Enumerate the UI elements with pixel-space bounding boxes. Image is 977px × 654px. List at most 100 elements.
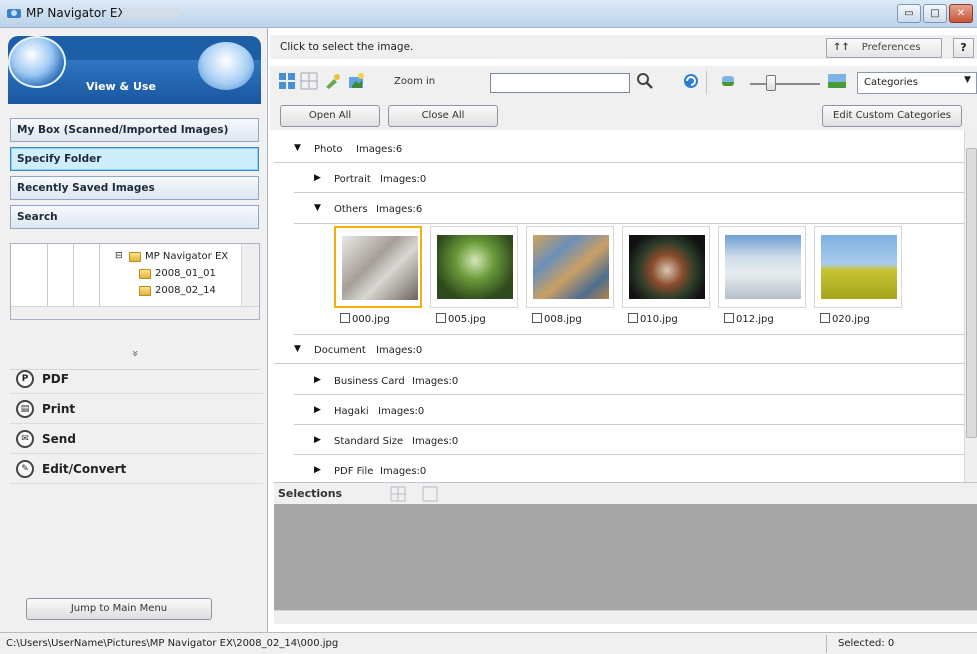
folder-icon xyxy=(139,269,151,279)
category-row-pdf-file[interactable]: ▶ PDF File Images:0 xyxy=(294,456,964,482)
folder-icon xyxy=(139,286,151,296)
large-thumbnail-icon[interactable] xyxy=(828,72,846,90)
tree-root[interactable]: MP Navigator EX xyxy=(145,251,228,262)
nav-search[interactable]: Search xyxy=(10,205,259,229)
category-row-portrait[interactable]: ▶ Portrait Images:0 xyxy=(294,164,964,193)
action-print[interactable]: ▤ Print xyxy=(10,394,263,424)
category-tree-content: ▼ Photo Images:6 ▶ Portrait Images:0 ▼ O… xyxy=(274,130,964,482)
collapsed-arrow-icon[interactable]: ▶ xyxy=(314,465,321,475)
selected-count: Selected: 0 xyxy=(838,638,895,649)
correct-image-icon[interactable] xyxy=(324,72,342,90)
collapsed-arrow-icon[interactable]: ▶ xyxy=(314,173,321,183)
tree-expander-icon[interactable]: ⊟ xyxy=(115,251,123,261)
tree-horizontal-scrollbar[interactable] xyxy=(11,306,259,319)
tree-item[interactable]: 2008_01_01 xyxy=(155,268,216,279)
image-thumbnail[interactable]: 020.jpg xyxy=(814,226,902,332)
scrollbar-thumb[interactable] xyxy=(966,148,977,438)
expanded-arrow-icon[interactable]: ▼ xyxy=(294,344,301,354)
slider-thumb[interactable] xyxy=(766,75,776,91)
banner-label: View & Use xyxy=(86,80,156,93)
thumbnail-size-slider[interactable] xyxy=(750,75,820,91)
blurred-title-text xyxy=(122,8,180,18)
collapsed-arrow-icon[interactable]: ▶ xyxy=(314,375,321,385)
close-button[interactable]: ✕ xyxy=(949,4,973,23)
image-checkbox[interactable] xyxy=(532,313,542,323)
selection-grid-icon[interactable] xyxy=(390,486,406,502)
selection-single-icon[interactable] xyxy=(422,486,438,502)
category-row-standard-size[interactable]: ▶ Standard Size Images:0 xyxy=(294,426,964,455)
print-icon: ▤ xyxy=(16,400,34,418)
content-header: Click to select the image. ↑↑ Preferences… xyxy=(270,35,977,59)
title-bar: MP Navigator EX ▭ □ ✕ xyxy=(0,0,977,28)
image-preview xyxy=(533,235,609,299)
instruction-text: Click to select the image. xyxy=(280,41,414,53)
image-thumbnail[interactable]: 012.jpg xyxy=(718,226,806,332)
folder-tree[interactable]: ⊟ MP Navigator EX 2008_01_01 2008_02_14 xyxy=(10,243,260,320)
pdf-icon: P xyxy=(16,370,34,388)
selections-bar: Selections xyxy=(274,482,977,504)
image-checkbox[interactable] xyxy=(340,313,350,323)
expanded-arrow-icon[interactable]: ▼ xyxy=(314,203,321,213)
action-send[interactable]: ✉ Send xyxy=(10,424,263,454)
selections-area[interactable] xyxy=(274,504,977,610)
close-all-button[interactable]: Close All xyxy=(388,105,498,127)
image-thumbnail[interactable]: 005.jpg xyxy=(430,226,518,332)
send-icon: ✉ xyxy=(16,430,34,448)
image-checkbox[interactable] xyxy=(436,313,446,323)
category-select[interactable]: Categories ▼ xyxy=(857,72,977,94)
help-button[interactable]: ? xyxy=(953,38,974,58)
image-preview xyxy=(629,235,705,299)
image-checkbox[interactable] xyxy=(628,313,638,323)
chevron-down-icon: ▼ xyxy=(964,75,971,85)
nav-recently-saved[interactable]: Recently Saved Images xyxy=(10,176,259,200)
button-row: Open All Close All Edit Custom Categorie… xyxy=(270,102,977,130)
app-icon xyxy=(7,9,21,18)
preferences-button[interactable]: ↑↑ Preferences xyxy=(826,38,942,58)
image-preview xyxy=(725,235,801,299)
tree-item[interactable]: 2008_02_14 xyxy=(155,285,216,296)
category-row-business-card[interactable]: ▶ Business Card Images:0 xyxy=(294,366,964,395)
category-row-hagaki[interactable]: ▶ Hagaki Images:0 xyxy=(294,396,964,425)
image-checkbox[interactable] xyxy=(724,313,734,323)
search-icon[interactable] xyxy=(636,72,654,90)
open-all-button[interactable]: Open All xyxy=(280,105,380,127)
nav-my-box[interactable]: My Box (Scanned/Imported Images) xyxy=(10,118,259,142)
category-row-document[interactable]: ▼ Document Images:0 xyxy=(274,335,964,364)
image-checkbox[interactable] xyxy=(820,313,830,323)
status-bar: C:\Users\UserName\Pictures\MP Navigator … xyxy=(0,632,977,654)
image-thumbnail[interactable]: 008.jpg xyxy=(526,226,614,332)
action-pdf[interactable]: P PDF xyxy=(10,364,263,394)
tree-vertical-scrollbar[interactable] xyxy=(241,244,259,306)
edit-convert-icon: ✎ xyxy=(16,460,34,478)
selections-label: Selections xyxy=(278,487,343,500)
expanded-arrow-icon[interactable]: ▼ xyxy=(294,143,301,153)
toolbar: Zoom in Categories ▼ xyxy=(270,66,977,102)
category-row-photo[interactable]: ▼ Photo Images:6 xyxy=(274,134,964,163)
thumbnail-view-icon[interactable] xyxy=(278,72,296,90)
category-row-others[interactable]: ▼ Others Images:6 xyxy=(294,194,964,223)
action-edit-convert[interactable]: ✎ Edit/Convert xyxy=(10,454,263,484)
jump-to-main-menu-button[interactable]: Jump to Main Menu xyxy=(26,598,212,620)
refresh-icon[interactable] xyxy=(682,72,700,90)
image-preview xyxy=(821,235,897,299)
image-thumbnail[interactable]: 010.jpg xyxy=(622,226,710,332)
grid-view-icon[interactable] xyxy=(300,72,318,90)
preferences-icon: ↑↑ xyxy=(833,42,850,53)
search-input[interactable] xyxy=(490,73,630,93)
collapsed-arrow-icon[interactable]: ▶ xyxy=(314,435,321,445)
nav-specify-folder[interactable]: Specify Folder xyxy=(10,147,259,171)
minimize-button[interactable]: ▭ xyxy=(897,4,921,23)
small-thumbnail-icon[interactable] xyxy=(722,76,734,86)
edit-custom-categories-button[interactable]: Edit Custom Categories xyxy=(822,105,962,127)
collapse-icon: » xyxy=(128,350,142,357)
zoom-in-label[interactable]: Zoom in xyxy=(394,76,435,87)
maximize-button[interactable]: □ xyxy=(923,4,947,23)
file-path: C:\Users\UserName\Pictures\MP Navigator … xyxy=(6,638,339,649)
monitor-icon xyxy=(198,42,254,90)
image-preview xyxy=(342,236,418,300)
selections-horizontal-scrollbar[interactable] xyxy=(274,610,977,624)
image-thumbnail[interactable]: 000.jpg xyxy=(334,226,422,332)
collapsed-arrow-icon[interactable]: ▶ xyxy=(314,405,321,415)
zoom-in-icon[interactable] xyxy=(348,72,366,90)
content-vertical-scrollbar[interactable] xyxy=(964,130,977,482)
